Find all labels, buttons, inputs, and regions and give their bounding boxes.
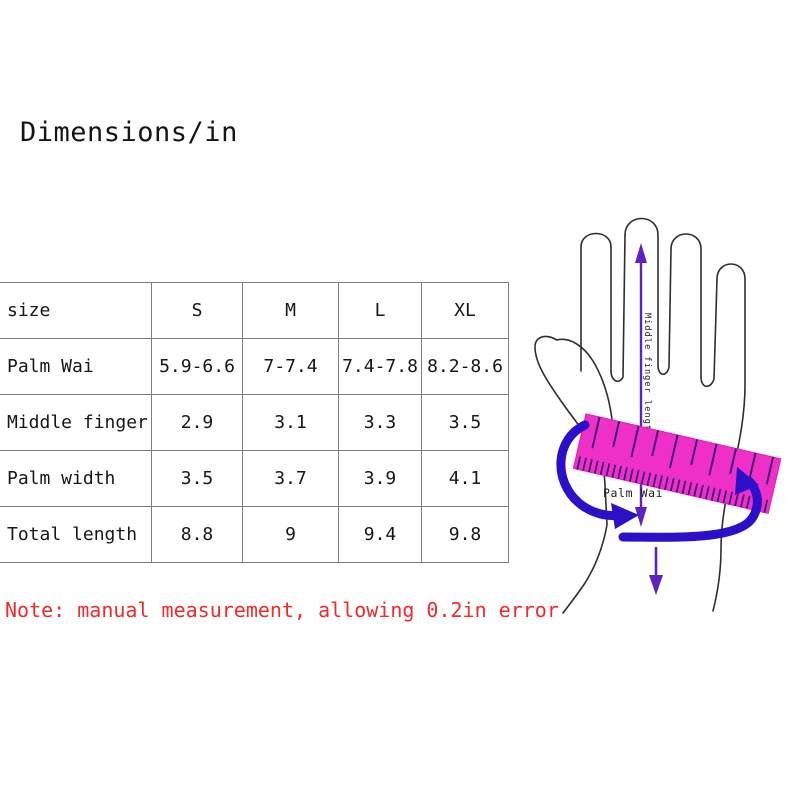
cell-total-length-m: 9: [242, 506, 339, 563]
cell-palm-width-m: 3.7: [242, 450, 339, 507]
column-header-s: S: [151, 282, 243, 339]
column-header-l: L: [338, 282, 422, 339]
page-title: Dimensions/in: [20, 117, 238, 148]
row-label-total-length: Total length: [0, 506, 152, 563]
hand-measurement-diagram: Middle finger length Palm Wai: [495, 185, 800, 615]
measurement-note: Note: manual measurement, allowing 0.2in…: [5, 598, 559, 622]
total-length-arrow-icon: [649, 547, 663, 595]
cell-palm-wai-s: 5.9-6.6: [151, 338, 243, 395]
cell-palm-width-l: 3.9: [338, 450, 422, 507]
row-label-palm-width: Palm width: [0, 450, 152, 507]
cell-total-length-s: 8.8: [151, 506, 243, 563]
column-header-size: size: [0, 282, 152, 339]
cell-palm-width-s: 3.5: [151, 450, 243, 507]
row-label-middle-finger: Middle finger: [0, 394, 152, 451]
cell-middle-finger-m: 3.1: [242, 394, 339, 451]
cell-middle-finger-l: 3.3: [338, 394, 422, 451]
table-header-row: size S M L XL: [0, 282, 509, 339]
cell-middle-finger-s: 2.9: [151, 394, 243, 451]
row-label-palm-wai: Palm Wai: [0, 338, 152, 395]
palm-wai-label: Palm Wai: [603, 486, 663, 500]
size-chart-page: Dimensions/in size S M L XL Palm Wai 5.9…: [0, 0, 800, 800]
middle-finger-length-label: Middle finger length: [642, 313, 652, 437]
table-row: Total length 8.8 9 9.4 9.8: [0, 506, 509, 563]
cell-palm-wai-m: 7-7.4: [242, 338, 339, 395]
table-row: Palm width 3.5 3.7 3.9 4.1: [0, 450, 509, 507]
cell-palm-wai-l: 7.4-7.8: [338, 338, 422, 395]
column-header-m: M: [242, 282, 339, 339]
table-row: Palm Wai 5.9-6.6 7-7.4 7.4-7.8 8.2-8.6: [0, 338, 509, 395]
size-table: size S M L XL Palm Wai 5.9-6.6 7-7.4 7.4…: [0, 282, 509, 563]
table-row: Middle finger 2.9 3.1 3.3 3.5: [0, 394, 509, 451]
cell-total-length-l: 9.4: [338, 506, 422, 563]
